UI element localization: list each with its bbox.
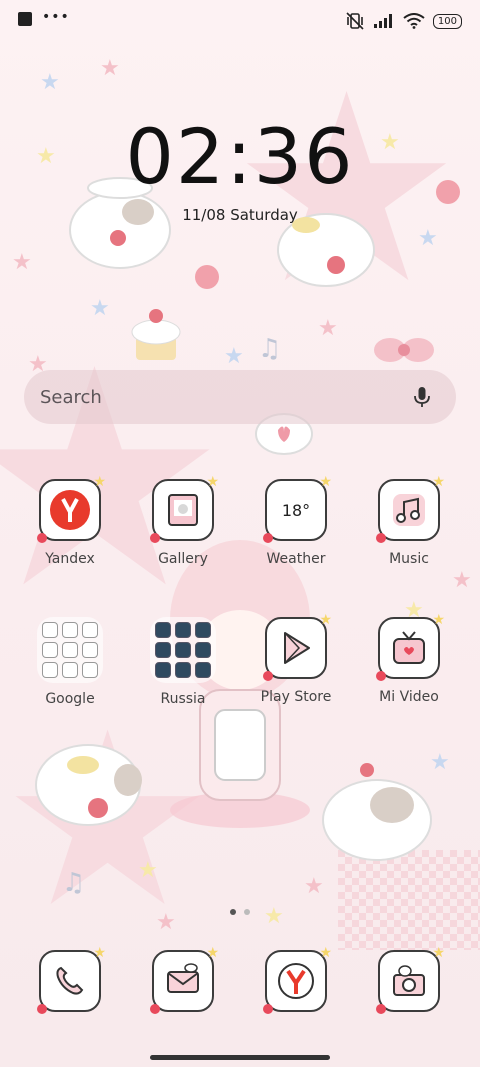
app-play-store[interactable]: ★ Play Store xyxy=(241,612,351,705)
app-label: Weather xyxy=(266,551,326,567)
phone-icon: ★ xyxy=(37,945,106,1014)
google-folder-icon xyxy=(37,617,103,683)
wallpaper-star-decoration: ★ xyxy=(0,680,216,960)
music-note-decoration: ♫ xyxy=(258,334,282,364)
app-weather[interactable]: ★ 18° Weather xyxy=(241,474,351,567)
page-indicator[interactable] xyxy=(0,909,480,915)
dock-yandex-browser[interactable]: ★ xyxy=(241,945,351,1014)
dock-messages[interactable]: ★ xyxy=(128,945,238,1014)
microphone-icon[interactable] xyxy=(410,385,434,409)
wifi-icon xyxy=(403,13,425,29)
star-decoration: ★ xyxy=(138,858,158,883)
play-store-icon: ★ xyxy=(263,612,332,681)
notification-icon xyxy=(18,12,32,26)
dock-phone[interactable]: ★ xyxy=(15,945,125,1014)
wallpaper-apple-illustration xyxy=(195,265,219,289)
search-bar[interactable]: Search xyxy=(24,370,456,424)
star-decoration: ★ xyxy=(452,568,472,593)
app-label: Gallery xyxy=(158,551,208,567)
app-label: Russia xyxy=(160,691,206,707)
star-decoration: ★ xyxy=(318,316,338,341)
battery-indicator: 100 xyxy=(432,13,462,29)
russia-folder-icon xyxy=(150,617,216,683)
app-mi-video[interactable]: ★ Mi Video xyxy=(354,612,464,705)
weather-temperature: 18° xyxy=(281,500,311,520)
app-label: Play Store xyxy=(260,689,332,705)
app-label: Yandex xyxy=(45,551,95,567)
mi-video-icon: ★ xyxy=(376,612,445,681)
vibrate-icon xyxy=(346,12,364,30)
app-label: Music xyxy=(389,551,429,567)
folder-russia[interactable]: Russia xyxy=(128,617,238,707)
page-dot-active[interactable] xyxy=(230,909,236,915)
clock-widget[interactable]: 02:36 xyxy=(0,112,480,201)
star-decoration: ★ xyxy=(100,56,120,81)
music-icon: ★ xyxy=(376,474,445,543)
wallpaper-checker-decoration xyxy=(338,850,480,950)
app-label: Mi Video xyxy=(379,689,439,705)
dock-camera[interactable]: ★ xyxy=(354,945,464,1014)
yandex-browser-icon: ★ xyxy=(263,945,332,1014)
star-decoration: ★ xyxy=(224,344,244,369)
star-decoration: ★ xyxy=(304,874,324,899)
camera-icon: ★ xyxy=(376,945,445,1014)
page-dot[interactable] xyxy=(244,909,250,915)
date-label[interactable]: 11/08 Saturday xyxy=(0,206,480,224)
music-note-decoration: ♫ xyxy=(62,868,86,898)
weather-icon: ★ 18° xyxy=(263,474,332,543)
wallpaper-cat-illustration xyxy=(322,763,432,861)
home-gesture-bar[interactable] xyxy=(150,1055,330,1060)
app-gallery[interactable]: ★ Gallery xyxy=(128,474,238,567)
home-screen: ★ ★ ★ ★ ★ ★ ★ ★ ★ ★ ★ ★ ★ ★ ★ ★ ★ ★ ★ ★ … xyxy=(0,0,480,1067)
app-music[interactable]: ★ Music xyxy=(354,474,464,567)
more-notifications-icon: ••• xyxy=(42,9,70,25)
gallery-icon: ★ xyxy=(150,474,219,543)
star-decoration: ★ xyxy=(156,910,176,935)
status-bar: ••• 100 xyxy=(0,0,480,40)
star-decoration: ★ xyxy=(430,750,450,775)
star-decoration: ★ xyxy=(418,226,438,251)
messages-icon: ★ xyxy=(150,945,219,1014)
star-decoration: ★ xyxy=(90,296,110,321)
app-label: Google xyxy=(45,691,95,707)
star-decoration: ★ xyxy=(12,250,32,275)
search-placeholder[interactable]: Search xyxy=(40,387,410,408)
signal-icon xyxy=(373,14,392,28)
yandex-icon: ★ xyxy=(37,474,106,543)
folder-google[interactable]: Google xyxy=(15,617,125,707)
app-yandex[interactable]: ★ Yandex xyxy=(15,474,125,567)
star-decoration: ★ xyxy=(40,70,60,95)
